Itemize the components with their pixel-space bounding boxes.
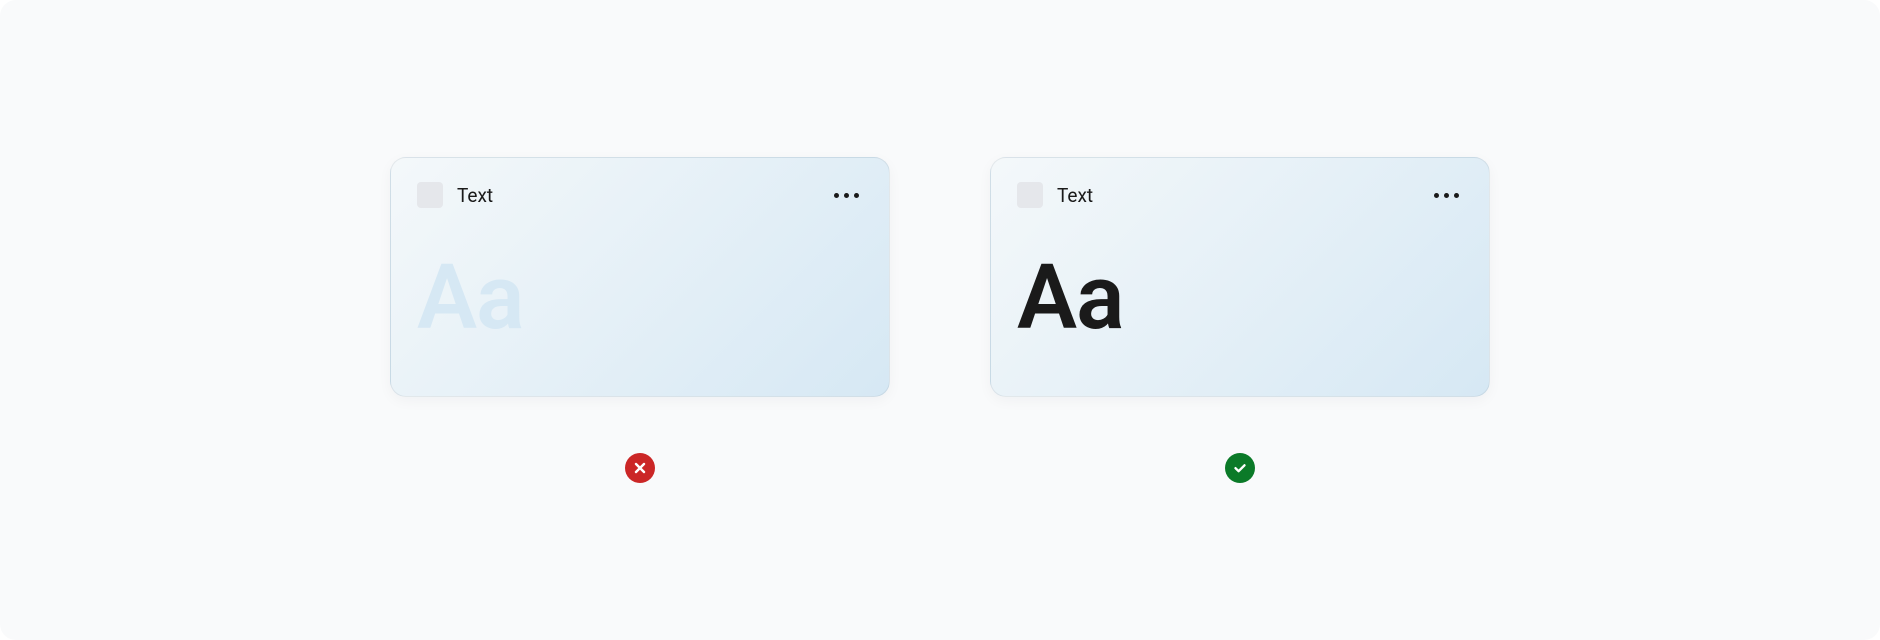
card-thumbnail <box>1017 182 1043 208</box>
x-icon <box>633 461 647 475</box>
card-header: Text <box>417 182 863 208</box>
card-title: Text <box>1057 186 1416 205</box>
card-title: Text <box>457 186 816 205</box>
card-body: Aa <box>417 208 863 376</box>
card-do: Text Aa <box>990 157 1490 397</box>
card-dont: Text Aa <box>390 157 890 397</box>
card-header: Text <box>1017 182 1463 208</box>
card-body: Aa <box>1017 208 1463 376</box>
sample-text-high-contrast: Aa <box>1017 257 1123 338</box>
check-icon <box>1232 460 1248 476</box>
ellipsis-dot-icon <box>844 193 849 198</box>
ellipsis-dot-icon <box>854 193 859 198</box>
example-dont: Text Aa <box>390 157 890 483</box>
example-do: Text Aa <box>990 157 1490 483</box>
sample-text-low-contrast: Aa <box>417 257 523 338</box>
status-badge-do <box>1225 453 1255 483</box>
card-thumbnail <box>417 182 443 208</box>
ellipsis-dot-icon <box>834 193 839 198</box>
status-badge-dont <box>625 453 655 483</box>
more-options-button[interactable] <box>1430 189 1463 202</box>
ellipsis-dot-icon <box>1454 193 1459 198</box>
comparison-canvas: Text Aa Text <box>0 0 1880 640</box>
more-options-button[interactable] <box>830 189 863 202</box>
ellipsis-dot-icon <box>1434 193 1439 198</box>
ellipsis-dot-icon <box>1444 193 1449 198</box>
